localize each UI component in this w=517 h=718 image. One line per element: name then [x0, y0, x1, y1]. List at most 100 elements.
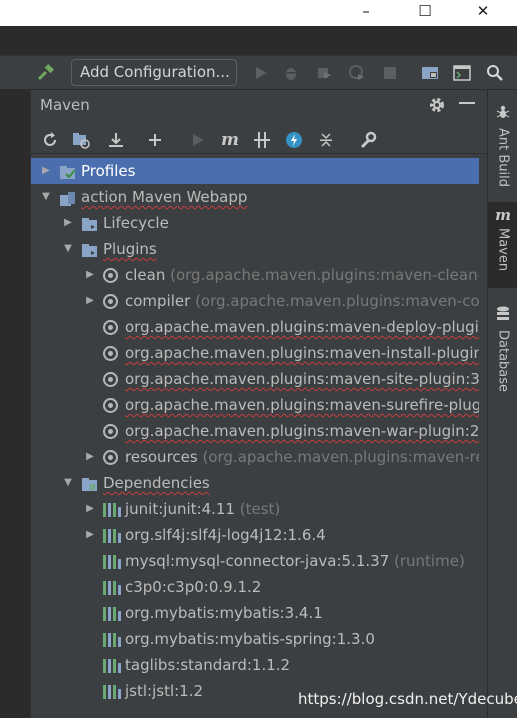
tree-row[interactable]: ▶ junit:junit:4.11 (test) — [31, 496, 479, 522]
collapsed-arrow-icon[interactable]: ▶ — [83, 288, 97, 314]
collapsed-arrow-icon[interactable]: ▶ — [83, 522, 97, 548]
collapsed-arrow-icon[interactable]: ▶ — [83, 444, 97, 470]
collapsed-arrow-icon[interactable]: ▶ — [83, 496, 97, 522]
maven-icon: m — [495, 206, 511, 224]
tree-item-name: Plugins — [103, 240, 157, 258]
tab-ant-build[interactable]: Ant Build — [488, 100, 517, 200]
reimport-icon[interactable] — [39, 128, 61, 152]
tree-item-name: Profiles — [81, 162, 136, 180]
tree-item-detail: (org.apache.maven.plugins:maven-compiler — [195, 292, 479, 310]
generate-sources-icon[interactable] — [70, 128, 92, 152]
tree-item-name: org.apache.maven.plugins:maven-war-plugi… — [125, 422, 479, 440]
hammer-icon[interactable] — [36, 63, 56, 83]
tree-item-label: taglibs:standard:1.1.2 — [125, 652, 290, 678]
tree-row[interactable]: c3p0:c3p0:0.9.1.2 — [31, 574, 479, 600]
tree-item-name: mysql:mysql-connector-java:5.1.37 — [125, 552, 390, 570]
project-structure-icon[interactable] — [420, 63, 440, 83]
coverage-icon[interactable] — [314, 63, 334, 83]
tree-row[interactable]: mysql:mysql-connector-java:5.1.37 (runti… — [31, 548, 479, 574]
execute-goal-icon[interactable]: m — [219, 128, 241, 152]
tree-row[interactable]: ▶ Profiles — [31, 158, 479, 184]
expanded-arrow-icon[interactable]: ▼ — [61, 470, 75, 496]
tree-item-name: junit:junit:4.11 — [125, 500, 235, 518]
tree-item-name: org.apache.maven.plugins:maven-surefire-… — [125, 396, 479, 414]
main-toolbar: Add Configuration... — [0, 56, 517, 90]
tree-row[interactable]: ▶ org.slf4j:slf4j-log4j12:1.6.4 — [31, 522, 479, 548]
tree-item-label: Profiles — [81, 158, 135, 184]
tree-row[interactable]: ▶ compiler (org.apache.maven.plugins:mave… — [31, 288, 479, 314]
tab-maven[interactable]: m Maven — [488, 202, 517, 288]
tree-item-label: resources (org.apache.maven.plugins:mave… — [125, 444, 479, 470]
collapsed-arrow-icon[interactable]: ▶ — [83, 262, 97, 288]
folder-icon — [81, 215, 99, 231]
tree-item-label: org.slf4j:slf4j-log4j12:1.6.4 — [125, 522, 326, 548]
tree-item-label: Plugins — [103, 236, 157, 262]
minimize-button[interactable]: – — [346, 0, 386, 22]
library-icon — [103, 554, 121, 569]
run-icon[interactable] — [251, 63, 271, 83]
maven-panel-header: Maven — [31, 90, 487, 122]
tree-row[interactable]: ▼ Dependencies — [31, 470, 479, 496]
run-icon[interactable] — [187, 128, 209, 152]
maven-tool-window: Maven m ▶ Profiles ▼ action Maven Webapp… — [31, 90, 515, 718]
maximize-button[interactable]: ☐ — [405, 0, 445, 22]
library-icon — [103, 632, 121, 647]
maven-panel-toolbar: m — [31, 126, 487, 154]
tree-item-name: taglibs:standard:1.1.2 — [125, 656, 291, 674]
expanded-arrow-icon[interactable]: ▼ — [39, 184, 53, 210]
collapse-all-icon[interactable] — [315, 128, 337, 152]
tree-row[interactable]: ▶ clean (org.apache.maven.plugins:maven-c… — [31, 262, 479, 288]
tree-item-label: compiler (org.apache.maven.plugins:maven… — [125, 288, 479, 314]
tree-row[interactable]: ▶ Lifecycle — [31, 210, 479, 236]
maven-project-tree: ▶ Profiles ▼ action Maven Webapp ▶ Lifecycle ▼… — [31, 158, 479, 718]
tree-item-name: clean — [125, 266, 166, 284]
tab-database[interactable]: Database — [488, 302, 517, 412]
tree-item-label: org.apache.maven.plugins:maven-install-p… — [125, 340, 479, 366]
tree-item-detail: (org.apache.maven.plugins:maven-clean-pl… — [170, 266, 479, 284]
tree-item-name: org.mybatis:mybatis-spring:1.3.0 — [125, 630, 375, 648]
right-tool-strip: Ant Build m Maven Database — [487, 90, 517, 718]
tree-row[interactable]: ▼ action Maven Webapp — [31, 184, 479, 210]
search-icon[interactable] — [485, 63, 505, 83]
tree-item-name: Dependencies — [103, 474, 210, 492]
collapsed-arrow-icon[interactable]: ▶ — [61, 210, 75, 236]
left-gutter — [0, 90, 31, 718]
download-icon[interactable] — [105, 128, 127, 152]
tree-row[interactable]: org.apache.maven.plugins:maven-war-plugi… — [31, 418, 479, 444]
watermark-text: https://blog.csdn.net/Ydecube — [298, 690, 517, 708]
plugin-icon — [103, 320, 118, 335]
tree-row[interactable]: ▼ Plugins — [31, 236, 479, 262]
debug-icon[interactable] — [281, 63, 301, 83]
tree-item-label: org.mybatis:mybatis:3.4.1 — [125, 600, 323, 626]
library-icon — [103, 658, 121, 673]
profile-icon[interactable] — [347, 63, 367, 83]
tree-row[interactable]: org.mybatis:mybatis-spring:1.3.0 — [31, 626, 479, 652]
hide-panel-button[interactable] — [459, 102, 475, 104]
tree-row[interactable]: org.mybatis:mybatis:3.4.1 — [31, 600, 479, 626]
add-icon[interactable] — [144, 128, 166, 152]
terminal-icon[interactable] — [452, 63, 472, 83]
toggle-offline-icon[interactable] — [251, 128, 273, 152]
dependencies-folder-icon — [81, 475, 99, 491]
collapsed-arrow-icon[interactable]: ▶ — [39, 158, 53, 184]
add-configuration-button[interactable]: Add Configuration... — [71, 59, 237, 86]
close-button[interactable]: ✕ — [463, 0, 503, 22]
tree-item-name: org.apache.maven.plugins:maven-deploy-pl… — [125, 318, 479, 336]
tree-item-label: org.apache.maven.plugins:maven-site-plug… — [125, 366, 479, 392]
plugin-icon — [103, 424, 118, 439]
plugin-icon — [103, 398, 118, 413]
skip-tests-icon[interactable] — [283, 128, 305, 152]
settings-wrench-icon[interactable] — [357, 128, 379, 152]
stop-icon[interactable] — [380, 63, 400, 83]
expanded-arrow-icon[interactable]: ▼ — [61, 236, 75, 262]
tree-item-name: org.apache.maven.plugins:maven-install-p… — [125, 344, 479, 362]
plugin-icon — [103, 346, 118, 361]
tree-row[interactable]: org.apache.maven.plugins:maven-deploy-pl… — [31, 314, 479, 340]
tree-row[interactable]: taglibs:standard:1.1.2 — [31, 652, 479, 678]
tree-row[interactable]: org.apache.maven.plugins:maven-surefire-… — [31, 392, 479, 418]
tree-row[interactable]: ▶ resources (org.apache.maven.plugins:mav… — [31, 444, 479, 470]
tree-item-name: action Maven Webapp — [81, 188, 248, 206]
gear-icon[interactable] — [426, 94, 448, 116]
tree-row[interactable]: org.apache.maven.plugins:maven-install-p… — [31, 340, 479, 366]
tree-row[interactable]: org.apache.maven.plugins:maven-site-plug… — [31, 366, 479, 392]
